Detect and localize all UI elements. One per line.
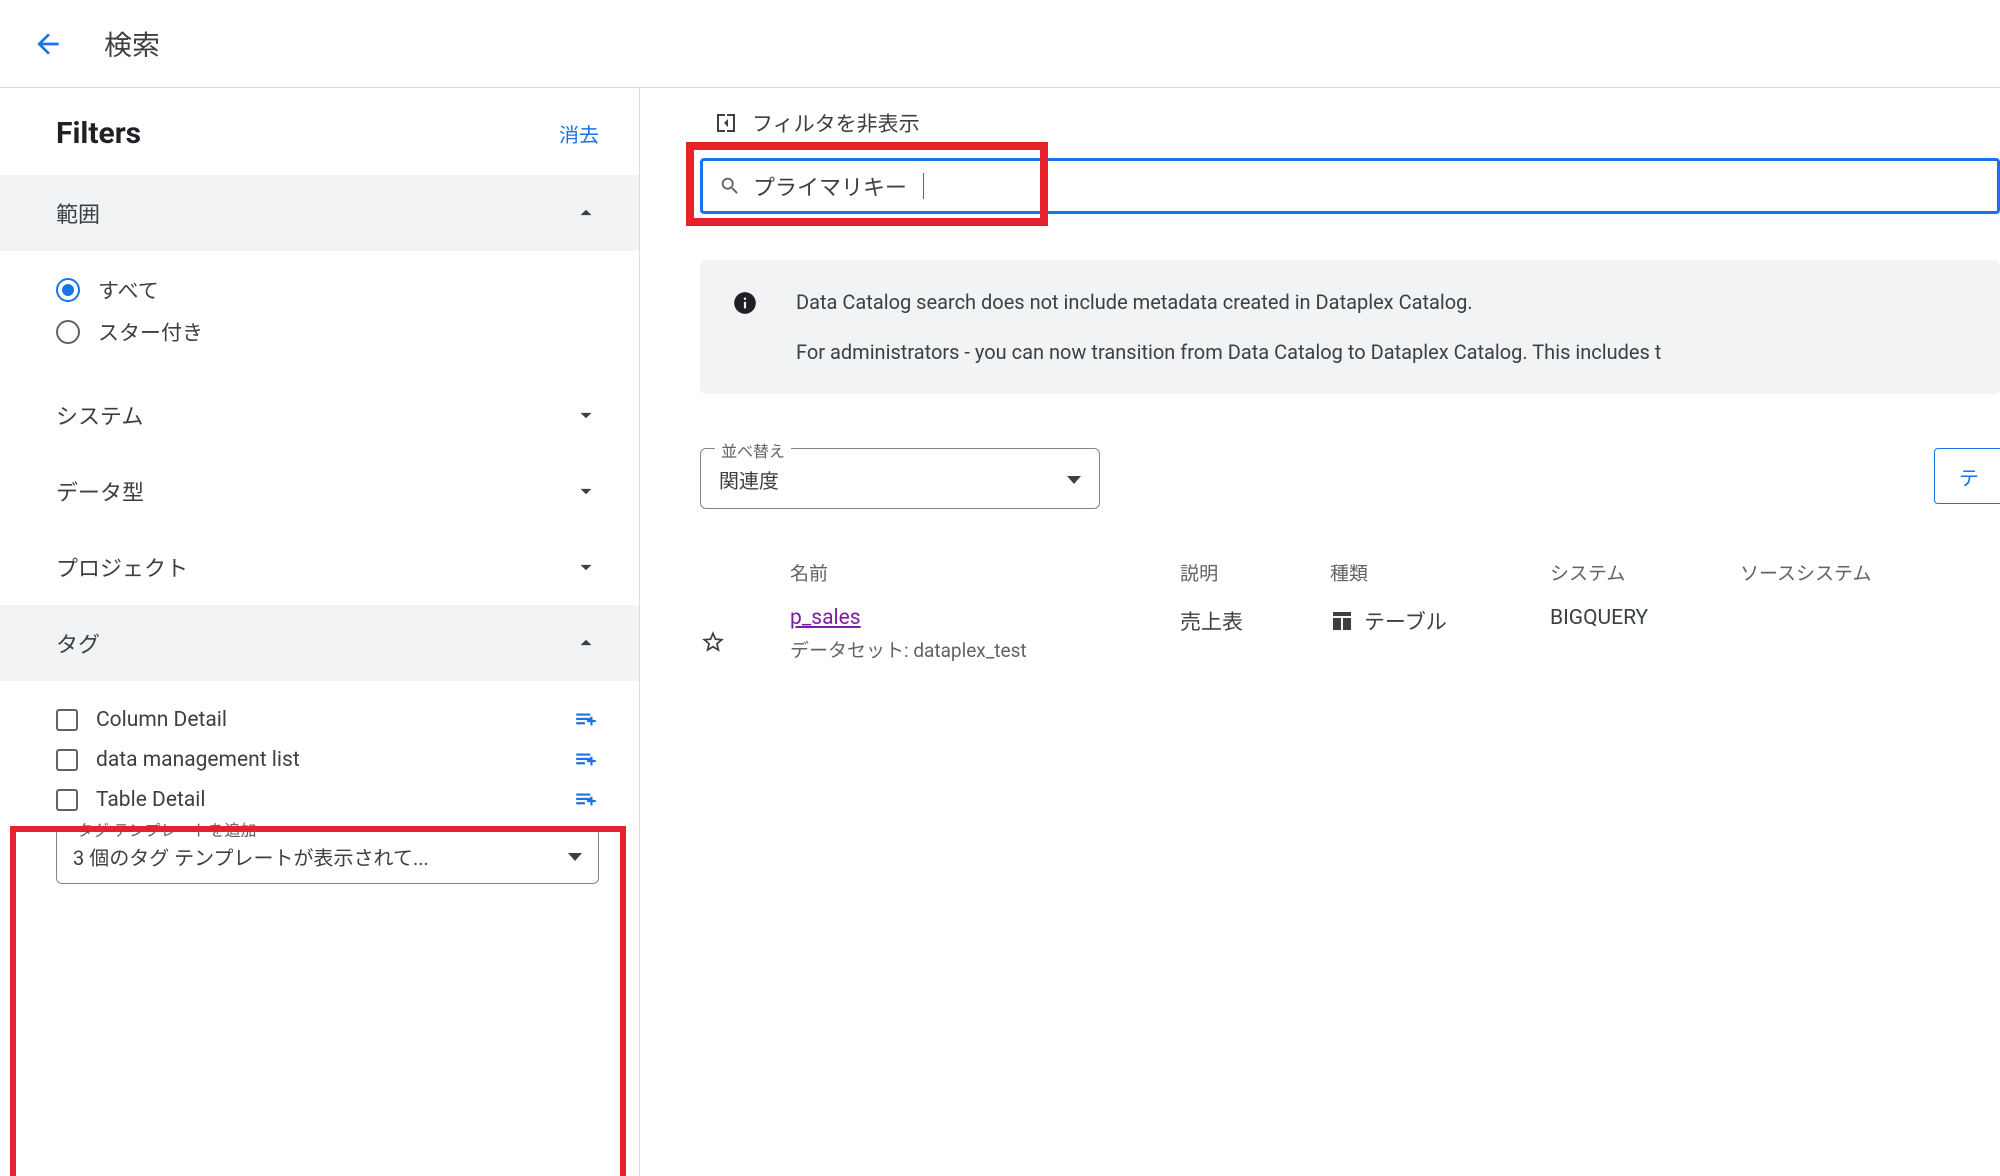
table-row: p_sales データセット: dataplex_test 売上表 テーブル B… [700,596,2000,673]
column-source: ソースシステム [1740,559,1980,586]
filter-section-label: システム [56,399,143,431]
chevron-down-icon [573,402,599,428]
select-value: 3 個のタグ テンプレートが表示されて... [73,842,429,871]
tag-item-data-management-list: data management list [56,747,599,773]
add-tag-template-select[interactable]: タグ テンプレートを追加 3 個のタグ テンプレートが表示されて... [56,827,599,884]
filter-section-scope[interactable]: 範囲 [0,175,639,251]
star-icon[interactable] [700,629,790,655]
info-banner: Data Catalog search does not include met… [700,260,2000,394]
result-dataset: データセット: dataplex_test [790,636,1180,663]
chevron-down-icon [573,554,599,580]
filter-section-project[interactable]: プロジェクト [0,529,639,605]
playlist-add-icon[interactable] [573,787,599,813]
sort-legend: 並べ替え [715,438,791,462]
filter-section-label: タグ [56,627,100,659]
back-arrow-icon[interactable] [32,28,64,60]
action-button[interactable]: テ [1934,448,2000,504]
sort-select[interactable]: 並べ替え 関連度 [700,448,1100,509]
chevron-up-icon [573,630,599,656]
sort-value: 関連度 [719,465,779,494]
filters-heading: Filters [56,116,141,151]
page-title: 検索 [104,24,160,64]
filter-section-tags[interactable]: タグ [0,605,639,681]
fieldset-legend: タグ テンプレートを追加 [71,817,263,841]
tag-item-table-detail: Table Detail [56,787,599,813]
filter-section-label: 範囲 [56,197,100,229]
filter-section-datatype[interactable]: データ型 [0,453,639,529]
checkbox-row[interactable]: data management list [56,748,300,772]
chevron-up-icon [573,200,599,226]
dropdown-icon [1067,476,1081,484]
column-system: システム [1550,559,1740,586]
search-field[interactable]: プライマリキー [700,158,2000,214]
hide-filters-label: フィルタを非表示 [752,108,920,138]
table-type-icon [1330,609,1354,633]
checkbox-icon [56,709,78,731]
column-desc: 説明 [1180,559,1330,586]
tag-item-column-detail: Column Detail [56,707,599,733]
search-input[interactable]: プライマリキー [753,170,2000,202]
filter-section-system[interactable]: システム [0,377,639,453]
result-name-link[interactable]: p_sales [790,606,861,630]
radio-label: スター付き [98,317,203,347]
playlist-add-icon[interactable] [573,707,599,733]
radio-label: すべて [98,275,159,305]
filter-section-label: プロジェクト [56,551,188,583]
result-desc: 売上表 [1180,606,1330,636]
radio-icon [56,320,80,344]
checkbox-label: Table Detail [96,788,205,812]
search-icon [719,175,741,197]
column-name: 名前 [790,559,1180,586]
table-header: 名前 説明 種類 システム ソースシステム [700,549,2000,596]
checkbox-row[interactable]: Table Detail [56,788,205,812]
radio-scope-starred[interactable]: スター付き [56,317,599,347]
hide-filters-toggle[interactable]: フィルタを非表示 [714,108,2000,138]
info-line-2: For administrators - you can now transit… [796,338,1661,366]
radio-icon [56,278,80,302]
info-icon [732,290,758,366]
dropdown-icon [568,853,582,861]
checkbox-row[interactable]: Column Detail [56,708,227,732]
info-line-1: Data Catalog search does not include met… [796,288,1661,316]
filter-section-label: データ型 [56,475,144,507]
result-system: BIGQUERY [1550,606,1740,630]
checkbox-label: data management list [96,748,300,772]
column-type: 種類 [1330,559,1550,586]
checkbox-icon [56,789,78,811]
checkbox-label: Column Detail [96,708,227,732]
results-table: 名前 説明 種類 システム ソースシステム p_sales データセット: da… [700,549,2000,673]
radio-scope-all[interactable]: すべて [56,275,599,305]
checkbox-icon [56,749,78,771]
text-cursor [923,173,924,199]
panel-collapse-icon [714,111,738,135]
result-type: テーブル [1364,606,1447,636]
chevron-down-icon [573,478,599,504]
playlist-add-icon[interactable] [573,747,599,773]
clear-filters-link[interactable]: 消去 [559,119,599,148]
